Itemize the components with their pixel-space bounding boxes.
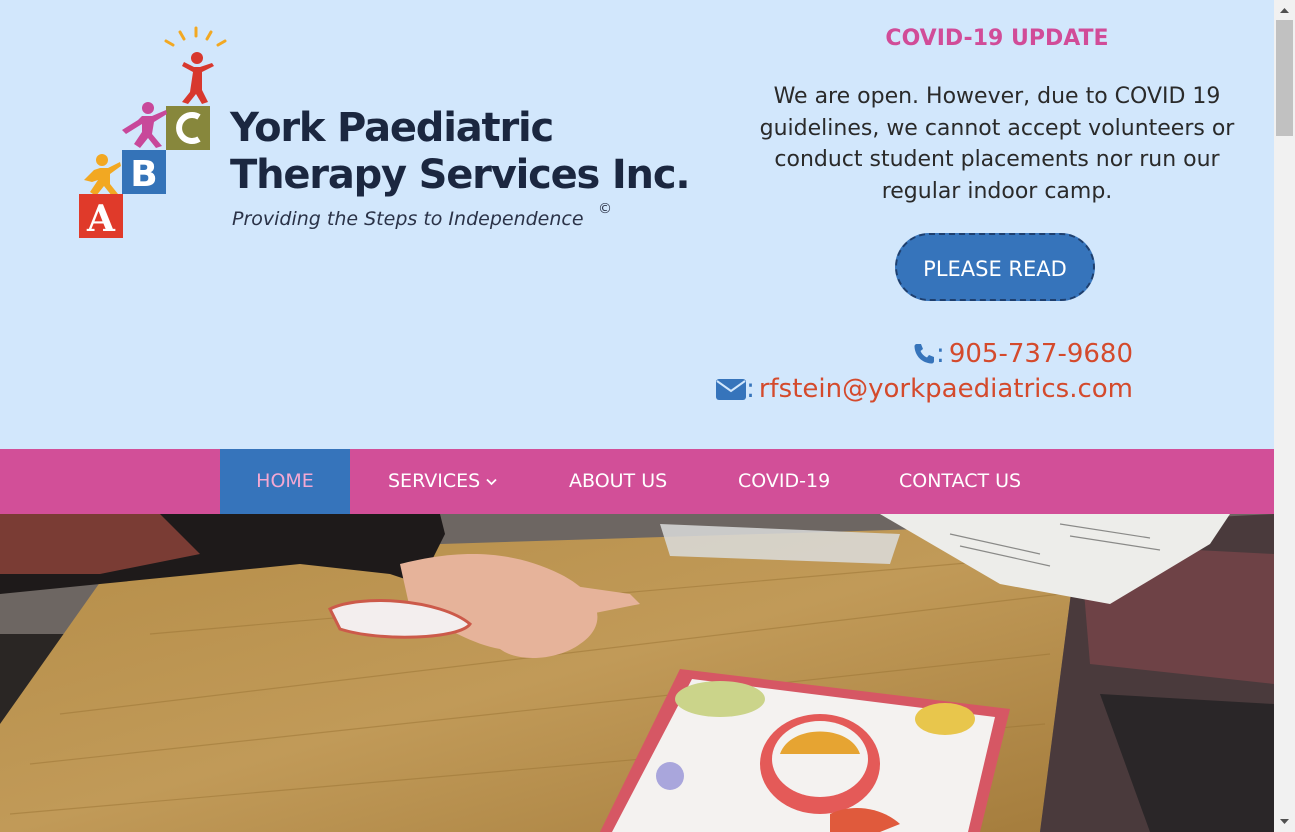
site-header: B A York Paediatric Therapy Services Inc… [0,0,1274,449]
phone-icon [914,344,935,364]
email-separator: : [746,374,755,404]
please-read-button[interactable]: PLEASE READ [895,233,1095,301]
scroll-up-icon[interactable] [1274,2,1295,19]
main-navigation: HOME SERVICES ABOUT US COVID-19 CONTACT … [0,449,1274,514]
scrollbar-thumb[interactable] [1276,20,1293,136]
logo-tagline: Providing the Steps to Independence [232,208,584,230]
nav-item-about-us[interactable]: ABOUT US [569,449,667,514]
nav-covid-label: COVID-19 [738,470,831,492]
svg-text:B: B [130,154,157,195]
nav-services-label: SERVICES [388,470,481,492]
scroll-down-icon[interactable] [1274,813,1295,830]
nav-contact-label: CONTACT US [899,470,1022,492]
logo-mark-icon: B A [79,26,227,240]
page-scrollbar[interactable] [1274,0,1295,832]
covid-update-message: We are open. However, due to COVID 19 gu… [759,84,1235,204]
envelope-icon [716,379,747,400]
svg-text:A: A [86,198,116,240]
chevron-down-icon [486,478,497,485]
nav-home-label: HOME [256,470,314,492]
nav-item-home[interactable]: HOME [220,449,350,514]
copyright-mark: © [598,201,612,217]
covid-update-title: COVID-19 UPDATE [885,26,1109,51]
phone-link[interactable]: 905-737-9680 [949,339,1133,369]
logo-title-line1: York Paediatric [230,105,554,151]
nav-item-covid[interactable]: COVID-19 [738,449,830,514]
logo-title-line2: Therapy Services Inc. [230,152,691,198]
hero-image [0,514,1274,832]
nav-item-contact-us[interactable]: CONTACT US [899,449,1021,514]
phone-contact: : 905-737-9680 [912,339,1133,369]
email-contact: : rfstein@yorkpaediatrics.com [716,374,1133,404]
site-logo[interactable]: B A York Paediatric Therapy Services Inc… [78,24,691,240]
email-link[interactable]: rfstein@yorkpaediatrics.com [759,374,1133,404]
covid-update-panel: COVID-19 UPDATE We are open. However, du… [742,24,1252,301]
nav-about-label: ABOUT US [569,470,668,492]
hero-photo [0,514,1274,832]
nav-item-services[interactable]: SERVICES [388,449,497,514]
phone-separator: : [936,339,945,369]
